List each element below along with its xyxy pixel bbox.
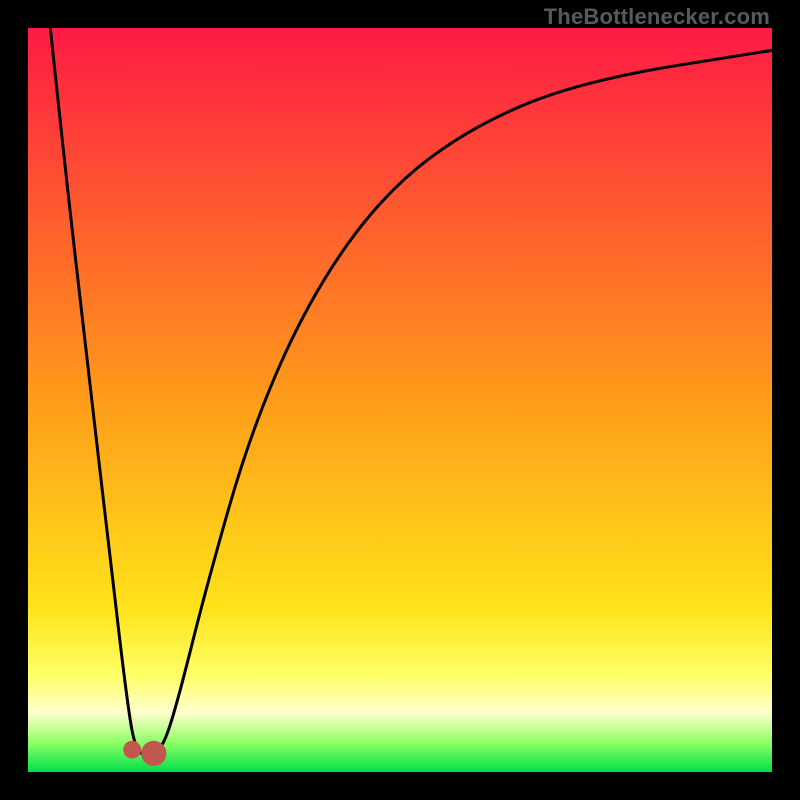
- chart-background: [28, 28, 772, 772]
- chart-frame: [28, 28, 772, 772]
- optimal-marker-bar: [141, 741, 166, 766]
- optimal-marker-dot: [123, 741, 141, 759]
- watermark-text: TheBottlenecker.com: [544, 4, 770, 30]
- bottleneck-chart: [28, 28, 772, 772]
